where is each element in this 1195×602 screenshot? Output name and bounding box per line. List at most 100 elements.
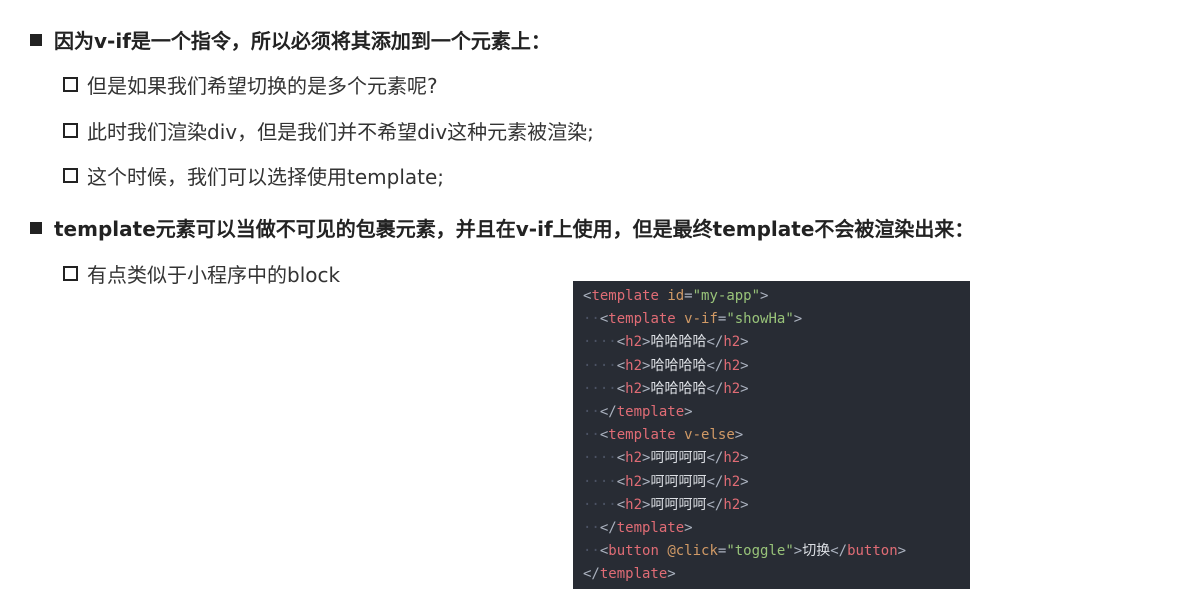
code-token: template: [608, 311, 676, 328]
indent-guide: ····: [583, 473, 617, 490]
code-token: <: [616, 357, 626, 374]
sub-bullet-2-1: 有点类似于小程序中的block: [63, 259, 340, 288]
code-token: 呵呵呵呵: [650, 496, 707, 513]
indent-guide: ····: [583, 450, 617, 467]
sub-bullet-1-1: 但是如果我们希望切换的是多个元素呢?: [63, 70, 438, 99]
code-token: @click: [667, 543, 718, 560]
code-token: button: [608, 543, 659, 560]
code-token: h2: [723, 380, 741, 397]
bullet-1-text: 因为v-if是一个指令，所以必须将其添加到一个元素上：: [54, 29, 551, 53]
code-token: >: [793, 543, 803, 560]
code-token: button: [847, 543, 898, 560]
sub-bullet-text: 但是如果我们希望切换的是多个元素呢?: [87, 74, 438, 98]
hollow-square-bullet-icon: [63, 266, 78, 281]
code-token: <: [616, 450, 626, 467]
code-token: >: [760, 288, 769, 304]
hollow-square-bullet-icon: [63, 77, 78, 92]
code-token: h2: [723, 357, 741, 374]
code-token: <: [616, 496, 626, 513]
code-token: template: [616, 519, 685, 536]
code-line: <template id="my-app">: [583, 285, 970, 308]
indent-guide: ··: [583, 311, 600, 328]
code-token: >: [897, 543, 907, 560]
indent-guide: ··: [583, 519, 600, 536]
code-token: h2: [723, 334, 741, 351]
code-token: >: [740, 496, 749, 513]
code-token: <: [616, 380, 626, 397]
sub-bullet-text: 有点类似于小程序中的block: [87, 263, 341, 287]
code-token: </: [599, 403, 617, 420]
filled-square-bullet-icon: [30, 33, 42, 46]
sub-bullet-1-3: 这个时候，我们可以选择使用template;: [63, 161, 444, 190]
indent-guide: ··: [583, 427, 600, 444]
code-token: h2: [625, 334, 643, 351]
code-token: >: [740, 473, 749, 490]
hollow-square-bullet-icon: [63, 123, 78, 138]
code-token: h2: [723, 473, 741, 490]
code-token: >: [734, 427, 744, 444]
code-token: template: [616, 403, 685, 420]
code-token: </: [583, 566, 600, 583]
code-token: "toggle": [726, 543, 794, 560]
code-token: h2: [625, 357, 643, 374]
code-line: ····<h2>哈哈哈哈</h2>: [583, 378, 970, 401]
code-token: </: [706, 496, 724, 513]
code-token: =: [684, 288, 693, 304]
code-token: >: [740, 450, 749, 467]
code-token: template: [599, 566, 668, 583]
code-token: <: [616, 334, 626, 351]
code-token: </: [706, 357, 724, 374]
code-token: </: [706, 450, 724, 467]
code-token: >: [740, 380, 749, 397]
code-token: </: [599, 519, 617, 536]
sub-bullet-1-2: 此时我们渲染div，但是我们并不希望div这种元素被渲染;: [63, 116, 594, 145]
code-token: v-if: [684, 311, 718, 328]
code-token: >: [684, 403, 693, 420]
bullet-1: 因为v-if是一个指令，所以必须将其添加到一个元素上：: [30, 25, 551, 54]
filled-square-bullet-icon: [30, 221, 42, 234]
code-token: template: [591, 288, 659, 304]
hollow-square-bullet-icon: [63, 168, 78, 183]
code-token: 呵呵呵呵: [650, 450, 707, 467]
code-token: </: [706, 380, 724, 397]
code-token: >: [740, 334, 749, 351]
code-line: ··<button @click="toggle">切换</button>: [583, 540, 970, 563]
code-line: </template>: [583, 563, 970, 586]
indent-guide: ····: [583, 496, 617, 513]
sub-bullet-text: 此时我们渲染div，但是我们并不希望div这种元素被渲染;: [87, 120, 594, 144]
code-line: ····<h2>哈哈哈哈</h2>: [583, 355, 970, 378]
indent-guide: ····: [583, 380, 617, 397]
indent-guide: ··: [583, 403, 600, 420]
code-line: ··</template>: [583, 517, 970, 540]
code-token: h2: [625, 380, 643, 397]
code-token: >: [740, 357, 749, 374]
code-token: </: [830, 543, 848, 560]
code-token: h2: [723, 496, 741, 513]
code-line: ····<h2>呵呵呵呵</h2>: [583, 447, 970, 470]
code-line: ··</template>: [583, 401, 970, 424]
code-token: >: [667, 566, 676, 583]
code-token: id: [667, 288, 685, 304]
sub-bullet-text: 这个时候，我们可以选择使用template;: [87, 165, 445, 189]
code-line: ····<h2>哈哈哈哈</h2>: [583, 331, 970, 354]
indent-guide: ····: [583, 357, 617, 374]
code-snippet: <template id="my-app"> ··<template v-if="…: [573, 281, 970, 589]
code-token: 哈哈哈哈: [650, 357, 707, 374]
code-line: ····<h2>呵呵呵呵</h2>: [583, 471, 970, 494]
code-token: >: [793, 311, 803, 328]
code-token: v-else: [684, 427, 735, 444]
code-token: <: [616, 473, 626, 490]
code-token: h2: [625, 450, 643, 467]
indent-guide: ··: [583, 543, 600, 560]
code-token: </: [706, 334, 724, 351]
code-token: "my-app": [692, 288, 761, 304]
code-token: >: [684, 519, 693, 536]
indent-guide: ····: [583, 334, 617, 351]
code-line: ····<h2>呵呵呵呵</h2>: [583, 494, 970, 517]
code-token: </: [706, 473, 724, 490]
bullet-2-text: template元素可以当做不可见的包裹元素，并且在v-if上使用，但是最终te…: [54, 217, 975, 241]
code-line: ··<template v-if="showHa">: [583, 308, 970, 331]
bullet-2: template元素可以当做不可见的包裹元素，并且在v-if上使用，但是最终te…: [30, 213, 974, 242]
